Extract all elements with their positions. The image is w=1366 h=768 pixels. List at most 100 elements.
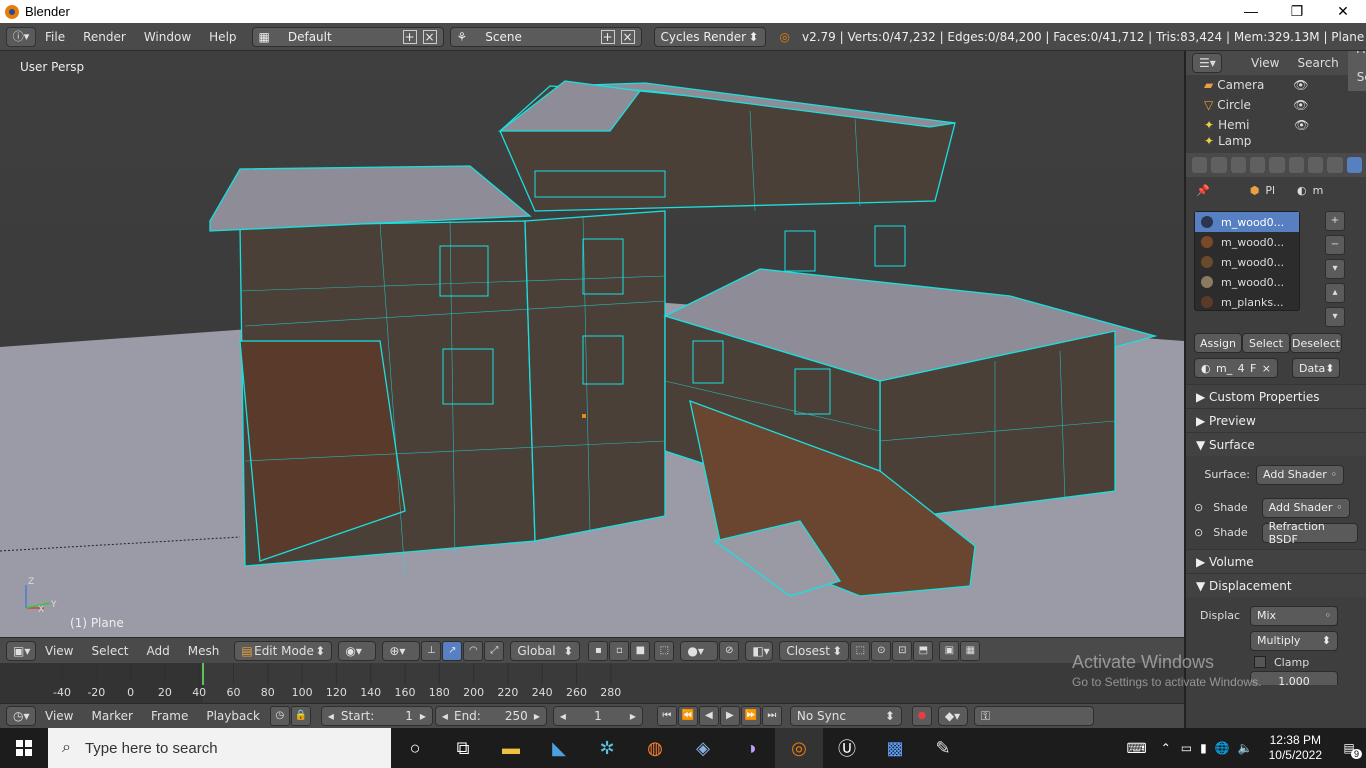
outliner-display-dropdown[interactable]: All Sc — [1347, 51, 1366, 91]
mesh-menu[interactable]: Mesh — [179, 637, 229, 665]
marker-menu[interactable]: Marker — [82, 702, 141, 730]
orientation-dropdown[interactable]: Global ⬍ — [510, 640, 581, 661]
frame-menu[interactable]: Frame — [142, 702, 197, 730]
jump-keyframe-back-icon[interactable]: ⏪ — [677, 706, 698, 726]
editor-type-3dview-icon[interactable]: ▣▾ — [6, 640, 36, 661]
rotate-icon[interactable]: ◠ — [463, 640, 484, 661]
limit-selection-icon[interactable]: ⬚ — [654, 640, 675, 661]
info-editor-type-icon[interactable]: ⓘ▾ — [6, 26, 36, 47]
editor-type-timeline-icon[interactable]: ◷▾ — [6, 706, 36, 726]
settings-app-icon[interactable]: ◈ — [679, 728, 727, 768]
blender-taskbar-icon[interactable]: ◎ — [775, 728, 823, 768]
snap-element-dropdown[interactable]: ◧▾ — [745, 640, 774, 661]
object-tab-icon[interactable] — [1269, 157, 1285, 173]
mode-dropdown[interactable]: ▤ Edit Mode ⬍ — [234, 640, 333, 661]
taskbar-clock[interactable]: 12:38 PM 10/5/2022 — [1269, 733, 1322, 763]
jump-end-icon[interactable]: ⏭ — [761, 706, 782, 726]
link-socket-icon[interactable]: ⊙ — [1194, 526, 1203, 539]
custom-properties-panel[interactable]: ▶ Custom Properties — [1186, 384, 1366, 408]
3d-viewport[interactable]: Z X Y User Persp (1) Plane — [0, 51, 1184, 637]
volume-panel[interactable]: ▶ Volume — [1186, 549, 1366, 573]
preview-range-icon[interactable]: ◷ — [269, 706, 290, 726]
surface-shader-button[interactable]: Add Shader ◦ — [1256, 464, 1344, 485]
snap-target-dropdown[interactable]: Closest ⬍ — [779, 640, 850, 661]
paint-app-icon[interactable]: ✎ — [919, 728, 967, 768]
outliner-search-menu[interactable]: Search — [1288, 51, 1347, 77]
outliner-item-camera[interactable]: ▰ Camera 👁 — [1186, 75, 1366, 95]
render-preview-icon[interactable]: ⬒ — [913, 640, 934, 661]
viewport-scene[interactable]: Z X Y — [0, 51, 1184, 637]
material-slot[interactable]: m_wood0... — [1195, 232, 1299, 252]
opengl-render-icon[interactable]: ▣ — [939, 640, 960, 661]
slot-menu-icon[interactable]: ▾ — [1325, 259, 1345, 279]
move-down-icon[interactable]: ▾ — [1325, 307, 1345, 327]
maximize-button[interactable]: ❐ — [1274, 0, 1320, 23]
end-frame-field[interactable]: ◂ End: 250 ▸ — [434, 706, 547, 726]
menu-help[interactable]: Help — [200, 23, 245, 51]
shade1-shader-button[interactable]: Add Shader ◦ — [1261, 497, 1350, 518]
manipulator-toggle-icon[interactable]: ⊥ — [421, 640, 442, 661]
remove-layout-icon[interactable]: × — [422, 29, 437, 44]
shade2-shader-button[interactable]: Refraction BSDF — [1261, 520, 1358, 546]
render-engine-dropdown[interactable]: Cycles Render ⬍ — [653, 26, 766, 47]
material-slot[interactable]: m_wood0... — [1195, 272, 1299, 292]
snip-app-icon[interactable]: ✲ — [583, 728, 631, 768]
keyboard-icon[interactable]: ⌨ — [1126, 740, 1146, 757]
unreal-engine-icon[interactable]: Ⓤ — [823, 728, 871, 768]
blend-mode-dropdown[interactable]: Multiply ⬍ — [1250, 630, 1338, 651]
jump-keyframe-forward-icon[interactable]: ⏩ — [740, 706, 761, 726]
link-socket-icon[interactable]: ⊙ — [1194, 501, 1203, 514]
minimize-button[interactable]: — — [1228, 0, 1274, 23]
material-slot-list[interactable]: m_wood0... m_wood0... m_wood0... m_wood0… — [1194, 211, 1300, 311]
fac-field[interactable]: 1.000 — [1250, 671, 1338, 685]
visibility-eye-icon[interactable]: 👁 — [1293, 78, 1308, 92]
remove-scene-icon[interactable]: × — [620, 29, 635, 44]
displacement-panel[interactable]: ▼ Displacement — [1186, 573, 1366, 597]
vertex-select-icon[interactable]: ▪ — [588, 640, 609, 661]
snap-align-icon[interactable]: ⊡ — [892, 640, 913, 661]
outliner-view-menu[interactable]: View — [1242, 51, 1288, 77]
opengl-animation-icon[interactable]: ▦ — [960, 640, 981, 661]
scale-icon[interactable]: ⤢ — [484, 640, 505, 661]
menu-render[interactable]: Render — [74, 23, 135, 51]
task-view-icon[interactable]: ⧉ — [439, 728, 487, 768]
play-reverse-icon[interactable]: ◀ — [698, 706, 719, 726]
menu-file[interactable]: File — [36, 23, 74, 51]
record-icon[interactable]: ● — [911, 706, 932, 726]
link-dropdown[interactable]: Data ⬍ — [1292, 358, 1340, 378]
camera-tray-icon[interactable]: ▭ — [1181, 741, 1192, 755]
timeline-view-menu[interactable]: View — [36, 702, 82, 730]
preview-panel[interactable]: ▶ Preview — [1186, 408, 1366, 432]
snap-toggle-icon[interactable]: ⊘ — [719, 640, 740, 661]
render-tab-icon[interactable] — [1192, 157, 1208, 173]
playback-menu[interactable]: Playback — [197, 702, 269, 730]
notification-icon[interactable]: ▤ 9 — [1332, 741, 1366, 759]
proportional-edit-dropdown[interactable]: ●▾ — [680, 640, 719, 661]
play-icon[interactable]: ▶ — [719, 706, 740, 726]
current-frame-field[interactable]: ◂ 1 ▸ — [552, 706, 643, 726]
editor-type-outliner-icon[interactable]: ☰▾ — [1192, 53, 1222, 73]
lock-range-icon[interactable]: 🔒 — [290, 706, 311, 726]
move-up-icon[interactable]: ▴ — [1325, 283, 1345, 303]
network-icon[interactable]: 🌐 — [1215, 741, 1230, 755]
add-layout-icon[interactable]: + — [402, 29, 417, 44]
visibility-eye-icon[interactable]: 👁 — [1294, 118, 1309, 132]
material-slot[interactable]: m_wood0... — [1195, 252, 1299, 272]
material-tab-icon[interactable] — [1346, 157, 1362, 173]
cortana-icon[interactable]: ○ — [391, 728, 439, 768]
keying-set-field[interactable]: ⚿ — [973, 706, 1094, 726]
snap-option-icon[interactable]: ⬚ — [850, 640, 871, 661]
windows-start-icon[interactable] — [0, 728, 48, 768]
jump-start-icon[interactable]: ⏮ — [656, 706, 677, 726]
select-menu[interactable]: Select — [82, 637, 137, 665]
keying-set-dropdown[interactable]: ◆▾ — [937, 706, 968, 726]
modifiers-tab-icon[interactable] — [1307, 157, 1324, 173]
media-app-icon[interactable]: ◑ — [727, 728, 775, 768]
epic-app-icon[interactable]: ▩ — [871, 728, 919, 768]
sync-mode-dropdown[interactable]: No Sync ⬍ — [789, 706, 902, 726]
fake-user-toggle[interactable]: F — [1250, 362, 1256, 375]
timeline-ruler[interactable]: -40 -20 0 20 40 60 80 100 120 140 160 180 200 220 240 2… — [0, 663, 1184, 703]
close-icon[interactable]: × — [1262, 362, 1271, 375]
viewport-shading-dropdown[interactable]: ◉▾ — [338, 640, 377, 661]
screen-layout-selector[interactable]: ▦ Default + × — [251, 26, 444, 47]
